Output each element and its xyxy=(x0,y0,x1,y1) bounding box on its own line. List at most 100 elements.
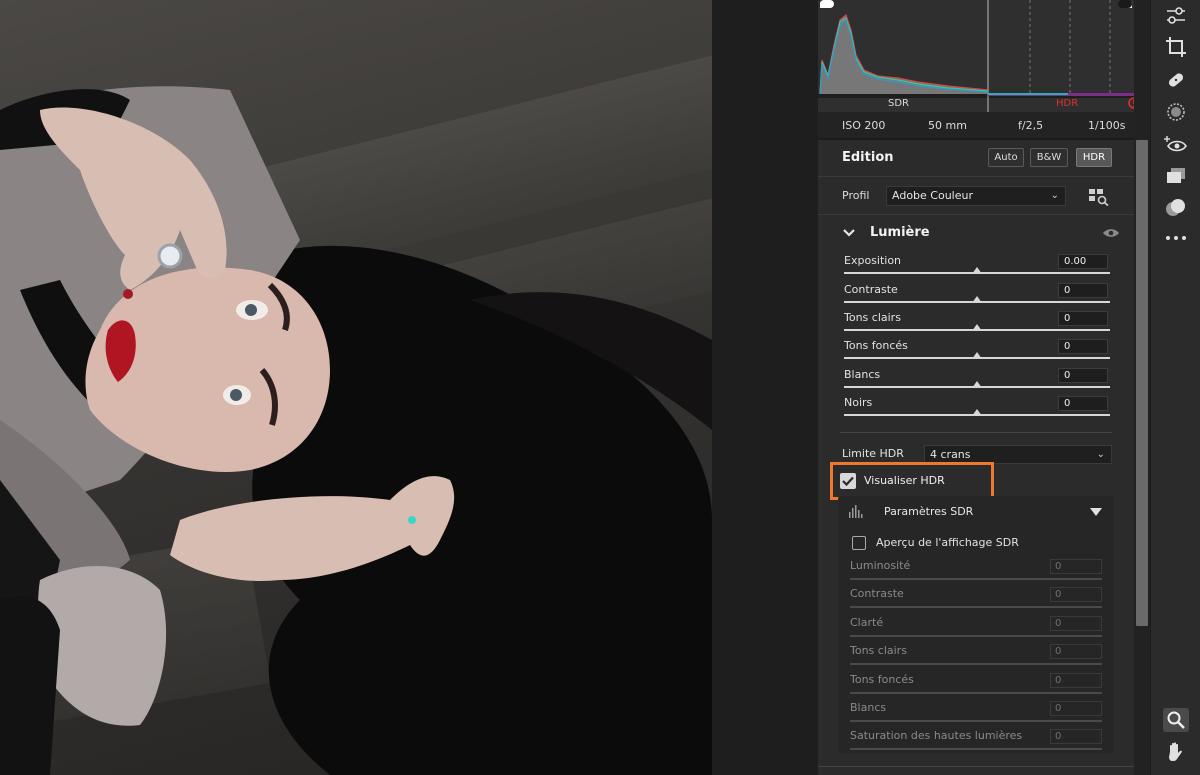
sdr-settings-panel: Paramètres SDR Aperçu de l'affichage SDR… xyxy=(838,496,1114,754)
more-icon xyxy=(1166,236,1186,240)
histogram[interactable]: SDR HDR xyxy=(818,0,1134,112)
slider-label: Tons foncés xyxy=(844,339,908,352)
slider-value-input[interactable]: 0 xyxy=(1058,368,1108,383)
auto-button[interactable]: Auto xyxy=(988,148,1024,167)
slider-label: Tons clairs xyxy=(844,311,901,324)
histogram-sdr-label: SDR xyxy=(888,98,909,109)
slider-value-input: 0 xyxy=(1050,644,1102,659)
slider-label: Tons clairs xyxy=(850,644,907,657)
hdr-button[interactable]: HDR xyxy=(1076,148,1112,167)
histogram-hdr-label: HDR xyxy=(1056,98,1079,109)
contrast-slider[interactable]: Contraste 0 xyxy=(818,283,1134,311)
exif-aperture: f/2,5 xyxy=(1018,119,1044,132)
edit-tool-button[interactable] xyxy=(1163,4,1189,28)
slider-label: Clarté xyxy=(850,616,884,629)
exif-shutter: 1/100s xyxy=(1088,119,1126,132)
slider-label: Blancs xyxy=(850,701,887,714)
slider-track xyxy=(850,606,1102,608)
sdr-contrast-slider: Contraste 0 xyxy=(838,587,1114,615)
snapshots-tool-button[interactable] xyxy=(1163,164,1189,188)
sdr-highlight-saturation-slider: Saturation des hautes lumières 0 xyxy=(838,729,1114,757)
healing-tool-button[interactable] xyxy=(1163,68,1189,92)
slider-value-input[interactable]: 0.00 xyxy=(1058,254,1108,269)
presets-icon xyxy=(1166,199,1185,216)
slider-track xyxy=(850,748,1102,750)
edition-title: Edition xyxy=(842,150,894,165)
profile-select[interactable]: Adobe Couleur ⌄ xyxy=(886,186,1066,206)
scrollbar-thumb[interactable] xyxy=(1136,140,1148,626)
hdr-limit-value: 4 crans xyxy=(930,448,971,461)
photo-canvas[interactable] xyxy=(0,0,712,775)
red-eye-tool-button[interactable] xyxy=(1163,133,1189,157)
grid-search-icon[interactable] xyxy=(1088,188,1110,206)
slider-value-input[interactable]: 0 xyxy=(1058,396,1108,411)
crop-icon xyxy=(1166,37,1186,57)
whites-slider[interactable]: Blancs 0 xyxy=(818,368,1134,396)
slider-label: Saturation des hautes lumières xyxy=(850,729,1023,742)
exif-bar: ISO 200 50 mm f/2,5 1/100s xyxy=(818,112,1134,138)
mask-tool-button[interactable] xyxy=(1163,100,1189,124)
slider-thumb[interactable] xyxy=(972,267,982,274)
edition-header: Edition Auto B&W HDR xyxy=(818,140,1134,176)
eye-icon[interactable] xyxy=(1102,228,1120,238)
slider-value-input[interactable]: 0 xyxy=(1058,339,1108,354)
slider-track xyxy=(850,578,1102,580)
slider-thumb[interactable] xyxy=(972,324,982,331)
slider-value-input: 0 xyxy=(1050,587,1102,602)
slider-label: Contraste xyxy=(850,587,904,600)
crop-tool-button[interactable] xyxy=(1163,35,1189,59)
edit-panel: SDR HDR ISO 200 50 mm f/2,5 1/100s Editi… xyxy=(818,0,1134,775)
sdr-preview-label: Aperçu de l'affichage SDR xyxy=(876,536,1019,549)
profile-value: Adobe Couleur xyxy=(892,189,973,202)
healing-bandage-icon xyxy=(1168,73,1184,87)
workspace-gap xyxy=(712,0,818,775)
slider-thumb[interactable] xyxy=(972,352,982,359)
slider-track xyxy=(850,692,1102,694)
triangle-down-icon[interactable] xyxy=(1090,508,1102,516)
slider-thumb[interactable] xyxy=(972,409,982,416)
slider-label: Blancs xyxy=(844,368,881,381)
blacks-slider[interactable]: Noirs 0 xyxy=(818,396,1134,424)
slider-label: Exposition xyxy=(844,254,902,267)
slider-track xyxy=(850,635,1102,637)
slider-thumb[interactable] xyxy=(972,381,982,388)
exposure-slider[interactable]: Exposition 0.00 xyxy=(818,254,1134,282)
visualize-hdr-label: Visualiser HDR xyxy=(864,474,945,487)
sliders-icon xyxy=(1167,7,1185,24)
chevron-down-icon: ⌄ xyxy=(1050,190,1059,201)
hand-icon xyxy=(1169,742,1182,761)
light-section-header[interactable]: Lumière xyxy=(818,218,1134,248)
slider-value-input[interactable]: 0 xyxy=(1058,283,1108,298)
shadows-slider[interactable]: Tons foncés 0 xyxy=(818,339,1134,367)
checkmark-icon xyxy=(842,476,854,487)
slider-label: Noirs xyxy=(844,396,873,409)
snapshots-icon xyxy=(1167,168,1185,183)
zoom-tool-button[interactable] xyxy=(1163,708,1189,732)
histogram-icon xyxy=(849,505,863,518)
slider-label: Contraste xyxy=(844,283,898,296)
hdr-limit-label: Limite HDR xyxy=(842,447,904,460)
slider-value-input: 0 xyxy=(1050,729,1102,744)
sdr-brightness-slider: Luminosité 0 xyxy=(838,559,1114,587)
profile-row: Profil Adobe Couleur ⌄ xyxy=(818,180,1134,212)
slider-label: Luminosité xyxy=(850,559,911,572)
light-section-title: Lumière xyxy=(870,225,930,240)
slider-value-input[interactable]: 0 xyxy=(1058,311,1108,326)
sdr-clarity-slider: Clarté 0 xyxy=(838,616,1114,644)
divider xyxy=(818,176,1134,177)
slider-thumb[interactable] xyxy=(972,296,982,303)
slider-label: Tons foncés xyxy=(850,673,914,686)
hand-tool-button[interactable] xyxy=(1163,740,1189,764)
visualize-hdr-checkbox[interactable] xyxy=(840,473,856,489)
exif-iso: ISO 200 xyxy=(842,119,886,132)
sdr-settings-header[interactable]: Paramètres SDR xyxy=(838,496,1114,526)
sdr-preview-checkbox[interactable] xyxy=(852,536,866,550)
highlights-slider[interactable]: Tons clairs 0 xyxy=(818,311,1134,339)
sdr-highlights-slider: Tons clairs 0 xyxy=(838,644,1114,672)
more-tools-button[interactable] xyxy=(1163,226,1189,250)
chevron-down-icon xyxy=(843,229,855,237)
sdr-settings-title: Paramètres SDR xyxy=(884,505,974,518)
bw-button[interactable]: B&W xyxy=(1030,148,1068,167)
histogram-graph xyxy=(818,0,1134,112)
presets-tool-button[interactable] xyxy=(1163,196,1189,220)
